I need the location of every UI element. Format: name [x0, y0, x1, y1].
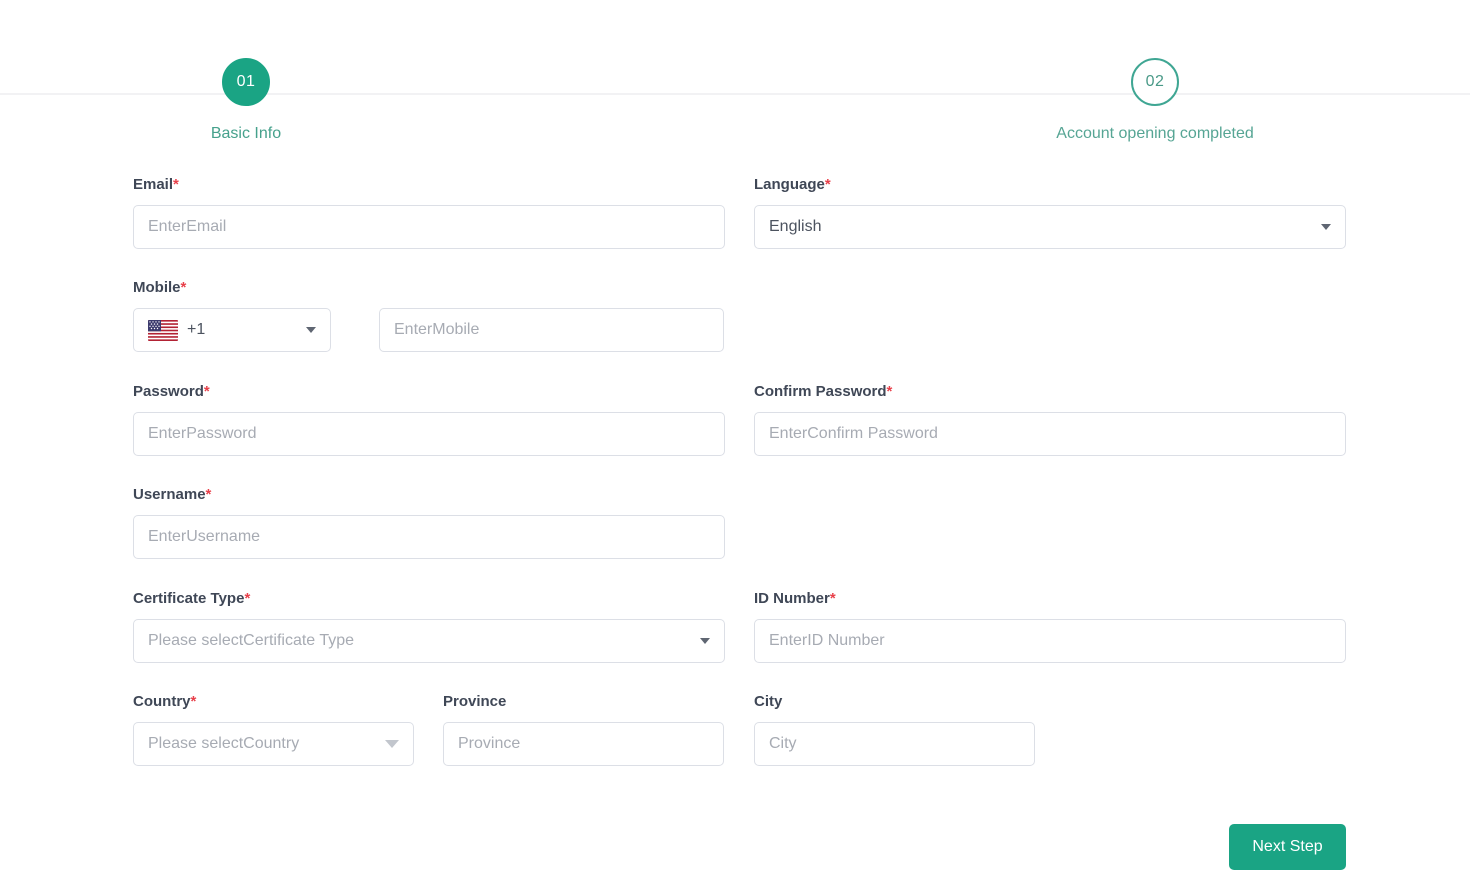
chevron-down-icon[interactable]	[385, 740, 399, 748]
id-number-label: ID Number*	[754, 590, 1346, 608]
province-input[interactable]: Province	[443, 722, 724, 766]
confirm-password-input[interactable]: EnterConfirm Password	[754, 412, 1346, 456]
confirm-password-label-text: Confirm Password	[754, 383, 887, 400]
country-label: Country*	[133, 693, 414, 711]
id-number-required-marker: *	[829, 590, 836, 607]
country-select[interactable]: Please selectCountry	[133, 722, 414, 766]
city-input[interactable]: City	[754, 722, 1035, 766]
email-placeholder: EnterEmail	[148, 218, 227, 235]
country-required-marker: *	[190, 693, 197, 710]
city-label-text: City	[754, 693, 783, 710]
confirm-password-required-marker: *	[886, 383, 893, 400]
account-opening-page: 01 Basic Info 02 Account opening complet…	[0, 0, 1470, 885]
email-label: Email*	[133, 176, 725, 194]
id-number-label-text: ID Number	[754, 590, 830, 607]
certificate-type-label: Certificate Type*	[133, 590, 725, 608]
field-confirm-password: Confirm Password* EnterConfirm Password	[754, 383, 1346, 456]
username-label-text: Username	[133, 486, 206, 503]
password-required-marker: *	[203, 383, 210, 400]
certificate-type-select[interactable]: Please selectCertificate Type	[133, 619, 725, 663]
field-mobile: Mobile* +1 EnterMobile	[133, 279, 725, 352]
username-label: Username*	[133, 486, 725, 504]
password-placeholder: EnterPassword	[148, 425, 257, 442]
certificate-type-value: Please selectCertificate Type	[148, 632, 355, 649]
mobile-placeholder: EnterMobile	[394, 321, 480, 338]
province-placeholder: Province	[458, 735, 521, 752]
email-required-marker: *	[173, 176, 179, 193]
language-select[interactable]: English	[754, 205, 1346, 249]
email-input[interactable]: EnterEmail	[133, 205, 725, 249]
chevron-down-icon[interactable]	[306, 327, 316, 333]
province-label: Province	[443, 693, 724, 711]
field-id-number: ID Number* EnterID Number	[754, 590, 1346, 663]
certificate-type-required-marker: *	[244, 590, 251, 607]
next-step-button[interactable]: Next Step	[1229, 824, 1346, 870]
password-label-text: Password	[133, 383, 204, 400]
province-label-text: Province	[443, 693, 507, 710]
basic-info-form: Email* EnterEmail Language* English Mobi…	[0, 0, 1470, 885]
password-input[interactable]: EnterPassword	[133, 412, 725, 456]
language-label-text: Language	[754, 176, 825, 193]
language-label: Language*	[754, 176, 1346, 194]
field-city: City City	[754, 693, 1035, 766]
field-username: Username* EnterUsername	[133, 486, 725, 559]
id-number-input[interactable]: EnterID Number	[754, 619, 1346, 663]
city-label: City	[754, 693, 1035, 711]
city-placeholder: City	[769, 735, 797, 752]
certificate-type-label-text: Certificate Type	[133, 590, 245, 607]
username-required-marker: *	[205, 486, 212, 503]
confirm-password-placeholder: EnterConfirm Password	[769, 425, 938, 442]
country-value: Please selectCountry	[148, 735, 300, 752]
mobile-label: Mobile*	[133, 279, 725, 297]
id-number-placeholder: EnterID Number	[769, 632, 885, 649]
username-placeholder: EnterUsername	[148, 528, 261, 545]
field-certificate-type: Certificate Type* Please selectCertifica…	[133, 590, 725, 663]
password-label: Password*	[133, 383, 725, 401]
field-password: Password* EnterPassword	[133, 383, 725, 456]
field-country: Country* Please selectCountry	[133, 693, 414, 766]
username-input[interactable]: EnterUsername	[133, 515, 725, 559]
chevron-down-icon[interactable]	[700, 638, 710, 644]
field-email: Email* EnterEmail	[133, 176, 725, 249]
field-language: Language* English	[754, 176, 1346, 249]
mobile-required-marker: *	[180, 279, 187, 296]
us-flag-icon	[148, 319, 178, 341]
email-label-text: Email	[133, 176, 174, 193]
country-code-value: +1	[187, 321, 206, 338]
country-label-text: Country	[133, 693, 191, 710]
chevron-down-icon[interactable]	[1321, 224, 1331, 230]
language-selected-value: English	[769, 218, 822, 235]
country-code-select[interactable]: +1	[133, 308, 331, 352]
field-province: Province Province	[443, 693, 724, 766]
language-required-marker: *	[824, 176, 831, 193]
mobile-row: +1 EnterMobile	[133, 308, 725, 352]
confirm-password-label: Confirm Password*	[754, 383, 1346, 401]
mobile-number-input[interactable]: EnterMobile	[379, 308, 724, 352]
mobile-label-text: Mobile	[133, 279, 181, 296]
